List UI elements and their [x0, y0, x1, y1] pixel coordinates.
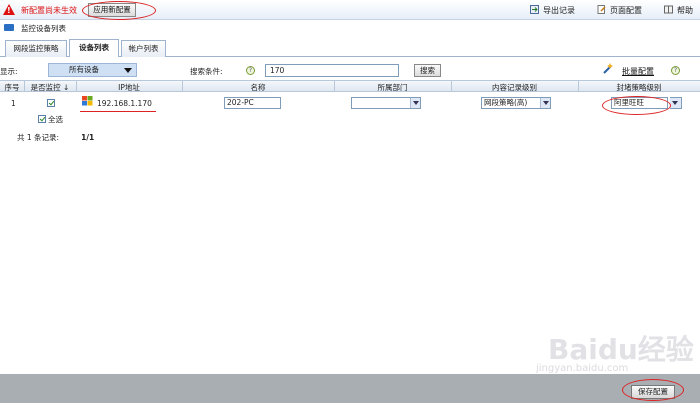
col-monitored[interactable]: 是否监控 ↓ [25, 82, 75, 93]
baidu-watermark-logo: Baidu经验 [548, 333, 694, 366]
col-index: 序号 [4, 83, 20, 92]
search-input[interactable]: 170 [265, 64, 399, 77]
tab-segment-policy[interactable]: 网段监控策略 [5, 40, 67, 57]
apply-config-button[interactable]: 应用新配置 [88, 3, 136, 17]
chevron-down-icon [124, 68, 132, 73]
block-level-dropdown-button[interactable] [670, 97, 682, 109]
chevron-down-icon [670, 98, 681, 108]
tab-account-list[interactable]: 帐户列表 [121, 40, 166, 57]
help-button[interactable]: 帮助 [664, 5, 693, 16]
batch-config-link[interactable]: 批量配置 [622, 66, 654, 77]
page-title: 监控设备列表 [21, 24, 66, 33]
export-icon [530, 5, 539, 14]
search-button[interactable]: 搜索 [414, 64, 441, 77]
breadcrumb: 监控设备列表 [0, 20, 700, 36]
monitor-checkbox[interactable] [47, 99, 55, 107]
page-config-button[interactable]: 页面配置 [597, 5, 642, 16]
col-block-level: 封堵策略级别 [616, 83, 662, 92]
config-warning-text: 新配置尚未生效 [21, 6, 77, 15]
batch-help-icon[interactable]: ? [671, 66, 680, 75]
search-help-icon[interactable]: ? [246, 66, 255, 75]
row-index: 1 [11, 99, 16, 108]
device-filter-select[interactable]: 所有设备 [48, 63, 137, 77]
pagination: 1/1 [81, 133, 95, 142]
help-book-icon [664, 5, 673, 14]
col-record-level: 内容记录级别 [492, 83, 537, 92]
col-name: 名称 [250, 83, 266, 92]
table-row: 1 192.168.1.170 202-PC 网段策略(高) 阿里旺旺 [0, 93, 700, 113]
display-label: 显示: [0, 67, 18, 76]
chevron-down-icon [410, 98, 420, 108]
monitor-list-icon [4, 24, 14, 31]
ip-address: 192.168.1.170 [97, 99, 152, 108]
highlight-ip-underline [80, 111, 156, 112]
filter-bar: 显示: 所有设备 搜索条件: ? 170 搜索 批量配置 ? [0, 61, 700, 79]
block-level-select[interactable]: 阿里旺旺 [611, 97, 668, 109]
tab-device-list[interactable]: 设备列表 [69, 39, 119, 57]
tab-bar: 网段监控策略 设备列表 帐户列表 [0, 37, 700, 57]
col-ip: IP地址 [118, 83, 140, 92]
select-all-checkbox[interactable] [38, 115, 46, 123]
top-toolbar: 新配置尚未生效 应用新配置 导出记录 页面配置 帮助 [0, 0, 700, 20]
department-select[interactable] [351, 97, 421, 109]
record-count: 共 1 条记录: 1/1 [17, 133, 95, 142]
save-config-button[interactable]: 保存配置 [631, 385, 675, 399]
device-name-input[interactable]: 202-PC [224, 97, 281, 109]
batch-config-icon[interactable] [602, 62, 615, 75]
search-label: 搜索条件: [190, 67, 223, 76]
export-records-button[interactable]: 导出记录 [530, 5, 575, 16]
baidu-watermark-site: jingyan.baidu.com [536, 363, 629, 374]
warning-icon [3, 4, 15, 15]
footer-bar: 保存配置 [0, 374, 700, 403]
windows-icon [82, 96, 93, 106]
select-all[interactable]: 全选 [38, 114, 63, 125]
record-level-select[interactable]: 网段策略(高) [481, 97, 551, 109]
page-settings-icon [597, 5, 606, 14]
table-header: 序号 是否监控 ↓ IP地址 名称 所属部门 内容记录级别 封堵策略级别 [0, 80, 700, 92]
chevron-down-icon [540, 98, 550, 108]
col-department: 所属部门 [377, 83, 408, 92]
